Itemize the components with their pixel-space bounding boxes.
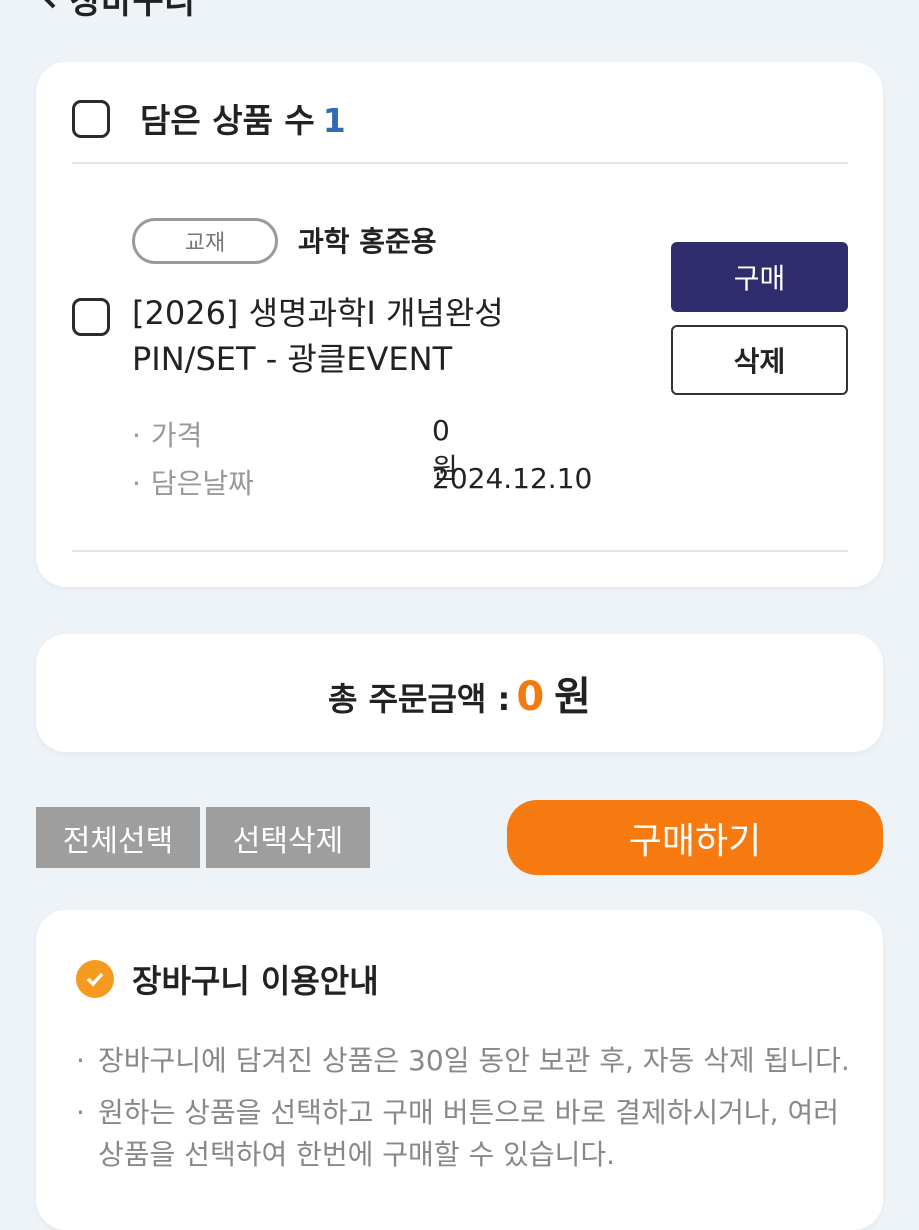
buy-button[interactable]: 구매 xyxy=(671,242,848,312)
guide-card: 장바구니 이용안내 · 장바구니에 담겨진 상품은 30일 동안 보관 후, 자동… xyxy=(36,910,883,1230)
purchase-button[interactable]: 구매하기 xyxy=(507,800,883,875)
cart-count-label: 담은 상품 수1 xyxy=(140,94,346,142)
item-checkbox[interactable] xyxy=(72,298,110,336)
delete-button[interactable]: 삭제 xyxy=(671,325,848,395)
list-item: · 원하는 상품을 선택하고 구매 버튼으로 바로 결제하시거나, 여러 상품을 … xyxy=(76,1092,856,1176)
select-all-button[interactable]: 전체선택 xyxy=(36,807,200,868)
page-title: 장바구니 xyxy=(70,0,196,22)
total-amount: 0 xyxy=(516,674,545,720)
price-row: · 가격 0원 xyxy=(132,414,458,485)
date-label: 담은날짜 xyxy=(150,467,254,500)
guide-text: 장바구니에 담겨진 상품은 30일 동안 보관 후, 자동 삭제 됩니다. xyxy=(98,1044,850,1077)
divider xyxy=(72,162,848,164)
total-unit: 원 xyxy=(554,674,591,720)
date-row: · 담은날짜 2024.12.10 xyxy=(132,462,593,500)
divider xyxy=(72,550,848,552)
count-label-text: 담은 상품 수 xyxy=(140,101,315,140)
guide-header: 장바구니 이용안내 xyxy=(76,956,379,1002)
cart-header: 담은 상품 수1 xyxy=(72,94,848,162)
check-circle-icon xyxy=(76,960,114,998)
delete-selected-button[interactable]: 선택삭제 xyxy=(206,807,370,868)
cart-count: 1 xyxy=(322,101,346,140)
total-label: 총 주문금액 : xyxy=(328,680,511,718)
item-title: [2026] 생명과학I 개념완성 PIN/SET - 광클EVENT xyxy=(132,290,504,382)
total-card: 총 주문금액 :0원 xyxy=(36,634,883,752)
select-all-checkbox[interactable] xyxy=(72,100,110,138)
guide-list: · 장바구니에 담겨진 상품은 30일 동안 보관 후, 자동 삭제 됩니다. ·… xyxy=(76,1040,856,1186)
item-title-line2: PIN/SET - 광클EVENT xyxy=(132,340,453,378)
item-title-line1: [2026] 생명과학I 개념완성 xyxy=(132,294,504,332)
teacher-name: 과학 홍준용 xyxy=(298,225,437,258)
back-arrow-icon[interactable] xyxy=(36,0,60,19)
guide-title: 장바구니 이용안내 xyxy=(132,962,379,1000)
guide-text: 원하는 상품을 선택하고 구매 버튼으로 바로 결제하시거나, 여러 상품을 선… xyxy=(98,1096,839,1171)
total-order-amount: 총 주문금액 :0원 xyxy=(328,664,591,722)
category-tag: 교재 xyxy=(132,218,278,264)
list-item: · 장바구니에 담겨진 상품은 30일 동안 보관 후, 자동 삭제 됩니다. xyxy=(76,1040,856,1082)
date-value: 2024.12.10 xyxy=(432,462,593,495)
page-header: 장바구니 xyxy=(36,0,195,23)
price-label: 가격 xyxy=(150,419,203,452)
cart-card: 담은 상품 수1 교재 과학 홍준용 [2026] 생명과학I 개념완성 PIN… xyxy=(36,62,883,587)
